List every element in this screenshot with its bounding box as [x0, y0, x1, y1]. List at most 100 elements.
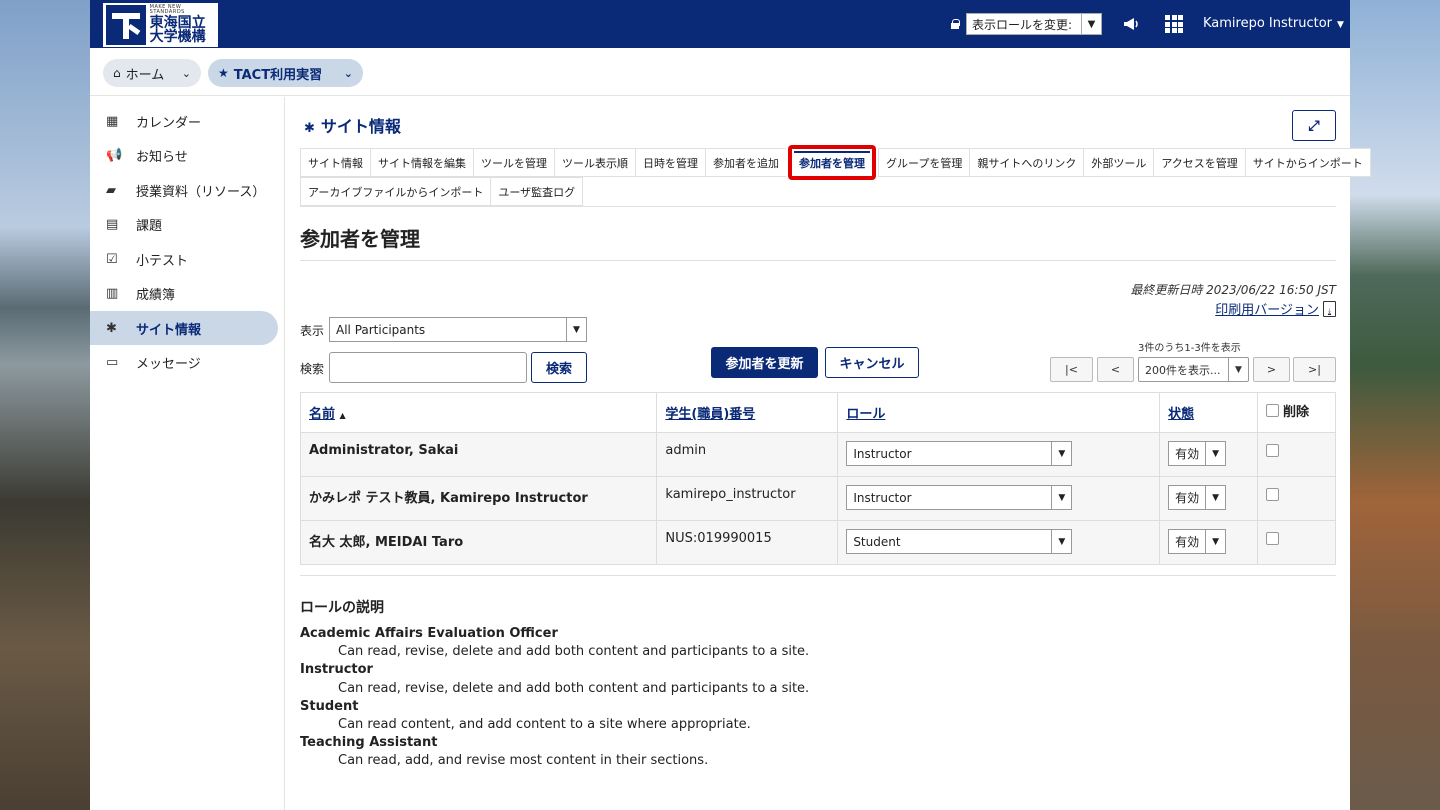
tab-manage-tools[interactable]: ツールを管理: [473, 148, 554, 177]
role-select[interactable]: Instructor ▼: [846, 485, 1073, 510]
sort-asc-icon: ▲: [339, 411, 346, 420]
divider: [300, 206, 1336, 207]
delete-cell: [1257, 476, 1336, 521]
chevron-down-icon: ▼: [1205, 442, 1225, 465]
filter-value: All Participants: [336, 322, 426, 337]
chevron-down-icon: ⌄: [181, 66, 191, 80]
search-button[interactable]: 検索: [531, 352, 587, 383]
delete-cell: [1257, 432, 1336, 477]
sort-by-status-link[interactable]: 状態: [1168, 407, 1194, 422]
print-version-link[interactable]: 印刷用バージョン ⤓: [1215, 299, 1336, 318]
tab-import-from-site[interactable]: サイトからインポート: [1244, 148, 1371, 177]
sidebar-item-announcements[interactable]: 📢 お知らせ: [90, 138, 278, 172]
table-row: かみレポ テスト教員, Kamirepo Instructor kamirepo…: [299, 476, 1336, 521]
chevron-down-icon: ▼: [566, 318, 586, 341]
tab-import-archive[interactable]: アーカイブファイルからインポート: [300, 177, 491, 206]
megaphone-icon: 📢: [106, 147, 123, 163]
role-name: Instructor: [300, 662, 373, 678]
apps-grid-icon[interactable]: [1165, 15, 1183, 33]
chevron-down-icon: ▼: [1051, 442, 1071, 465]
status-cell: 有効 ▼: [1159, 432, 1259, 477]
delete-checkbox[interactable]: [1266, 532, 1280, 545]
last-modified: 最終更新日時 2023/06/22 16:50 JST: [1130, 283, 1336, 297]
current-site-pill[interactable]: ★ TACT利用実習 ⌄: [208, 59, 363, 87]
sidebar-item-label: メッセージ: [136, 356, 201, 372]
status-value: 有効: [1175, 447, 1200, 461]
tab-row-1: サイト情報 サイト情報を編集 ツールを管理 ツール表示順 日時を管理 参加者を追…: [300, 145, 1371, 180]
university-logo[interactable]: MAKE NEW STANDARDS 東海国立 大学機構: [103, 3, 218, 47]
delete-checkbox[interactable]: [1266, 444, 1280, 457]
sidebar-item-gradebook[interactable]: ▥ 成績簿: [90, 276, 278, 310]
pdf-icon: ⤓: [1323, 300, 1336, 317]
search-input[interactable]: [329, 352, 527, 383]
status-select[interactable]: 有効 ▼: [1168, 529, 1227, 554]
sidebar-item-label: 課題: [136, 218, 163, 234]
role-select[interactable]: Student ▼: [846, 529, 1073, 554]
tab-user-audit-log[interactable]: ユーザ監査ログ: [490, 177, 584, 206]
role-description: Can read, revise, delete and add both co…: [338, 680, 810, 696]
inbox-icon: ▭: [106, 354, 119, 370]
sidebar-item-resources[interactable]: ▰ 授業資料（リソース）: [90, 173, 278, 207]
sidebar-item-assignments[interactable]: ▤ 課題: [90, 207, 278, 241]
role-switch-select[interactable]: 表示ロールを変更: ▼: [966, 13, 1102, 35]
column-header-role[interactable]: ロール: [837, 392, 1161, 433]
sort-by-role-link[interactable]: ロール: [846, 407, 885, 422]
delete-checkbox[interactable]: [1266, 488, 1280, 501]
sidebar-item-site-info[interactable]: ✱ サイト情報: [90, 311, 278, 345]
expand-button[interactable]: ⤢: [1292, 110, 1336, 141]
select-all-delete-checkbox[interactable]: [1266, 404, 1280, 417]
browser-app: MAKE NEW STANDARDS 東海国立 大学機構 表示ロールを変更: ▼…: [90, 0, 1371, 810]
sort-by-id-link[interactable]: 学生(職員)番号: [665, 407, 755, 422]
tab-parent-site-link[interactable]: 親サイトへのリンク: [969, 148, 1084, 177]
chevron-down-icon: ▼: [1228, 358, 1248, 381]
participant-filter-select[interactable]: All Participants ▼: [329, 317, 587, 342]
logo-tagline: MAKE NEW STANDARDS: [149, 4, 185, 16]
user-menu[interactable]: Kamirepo Instructor ▼: [1203, 16, 1344, 31]
tab-add-participants[interactable]: 参加者を追加: [705, 148, 786, 177]
sidebar-item-label: 小テスト: [136, 253, 189, 269]
print-link-label: 印刷用バージョン: [1215, 303, 1319, 318]
tab-manage-participants[interactable]: 参加者を管理: [788, 145, 876, 180]
tab-manage-access[interactable]: アクセスを管理: [1153, 148, 1245, 177]
tab-tool-order[interactable]: ツール表示順: [554, 148, 635, 177]
pager-first-button[interactable]: |<: [1050, 357, 1093, 382]
logo-line-2: 大学機構: [149, 29, 206, 46]
caret-down-icon: ▼: [1337, 20, 1344, 30]
column-header-name[interactable]: 名前 ▲: [299, 392, 658, 433]
gear-icon: ✱: [106, 320, 117, 336]
tab-manage-groups[interactable]: グループを管理: [878, 148, 970, 177]
megaphone-icon[interactable]: [1122, 15, 1140, 33]
tab-site-info[interactable]: サイト情報: [300, 148, 370, 177]
home-pill[interactable]: ⌂ ホーム ⌄: [103, 59, 201, 87]
update-participants-button[interactable]: 参加者を更新: [711, 347, 818, 378]
sidebar-item-tests[interactable]: ☑ 小テスト: [90, 242, 278, 276]
role-value: Instructor: [853, 490, 912, 505]
sidebar-item-calendar[interactable]: ▦ カレンダー: [90, 104, 278, 138]
top-header: MAKE NEW STANDARDS 東海国立 大学機構 表示ロールを変更: ▼…: [90, 0, 1350, 48]
site-label: TACT利用実習: [233, 67, 323, 83]
role-switch-value: 表示ロールを変更:: [972, 17, 1073, 32]
sidebar-item-messages[interactable]: ▭ メッセージ: [90, 345, 278, 379]
tab-edit-site-info[interactable]: サイト情報を編集: [370, 148, 473, 177]
home-icon: ⌂: [113, 66, 121, 80]
table-header-row: 名前 ▲ 学生(職員)番号 ロール 状態 削除: [299, 392, 1336, 433]
column-header-id[interactable]: 学生(職員)番号: [656, 392, 839, 433]
pager-prev-button[interactable]: <: [1097, 357, 1134, 382]
participant-id: admin: [656, 432, 839, 477]
status-select[interactable]: 有効 ▼: [1168, 441, 1227, 466]
tab-external-tools[interactable]: 外部ツール: [1083, 148, 1154, 177]
tab-manage-dates[interactable]: 日時を管理: [635, 148, 705, 177]
role-description: Can read, add, and revise most content i…: [338, 753, 709, 769]
pager-last-button[interactable]: >|: [1293, 357, 1336, 382]
checkbox-icon: ☑: [106, 251, 118, 267]
document-icon: ▤: [106, 216, 119, 232]
column-header-status[interactable]: 状態: [1159, 392, 1259, 433]
cancel-button[interactable]: キャンセル: [825, 347, 919, 378]
role-descriptions-title: ロールの説明: [300, 600, 384, 616]
role-select[interactable]: Instructor ▼: [846, 441, 1073, 466]
status-cell: 有効 ▼: [1159, 476, 1259, 521]
page-size-select[interactable]: 200件を表示... ▼: [1138, 357, 1249, 382]
sort-by-name-link[interactable]: 名前: [309, 407, 335, 422]
pager-next-button[interactable]: >: [1253, 357, 1290, 382]
status-select[interactable]: 有効 ▼: [1168, 485, 1227, 510]
